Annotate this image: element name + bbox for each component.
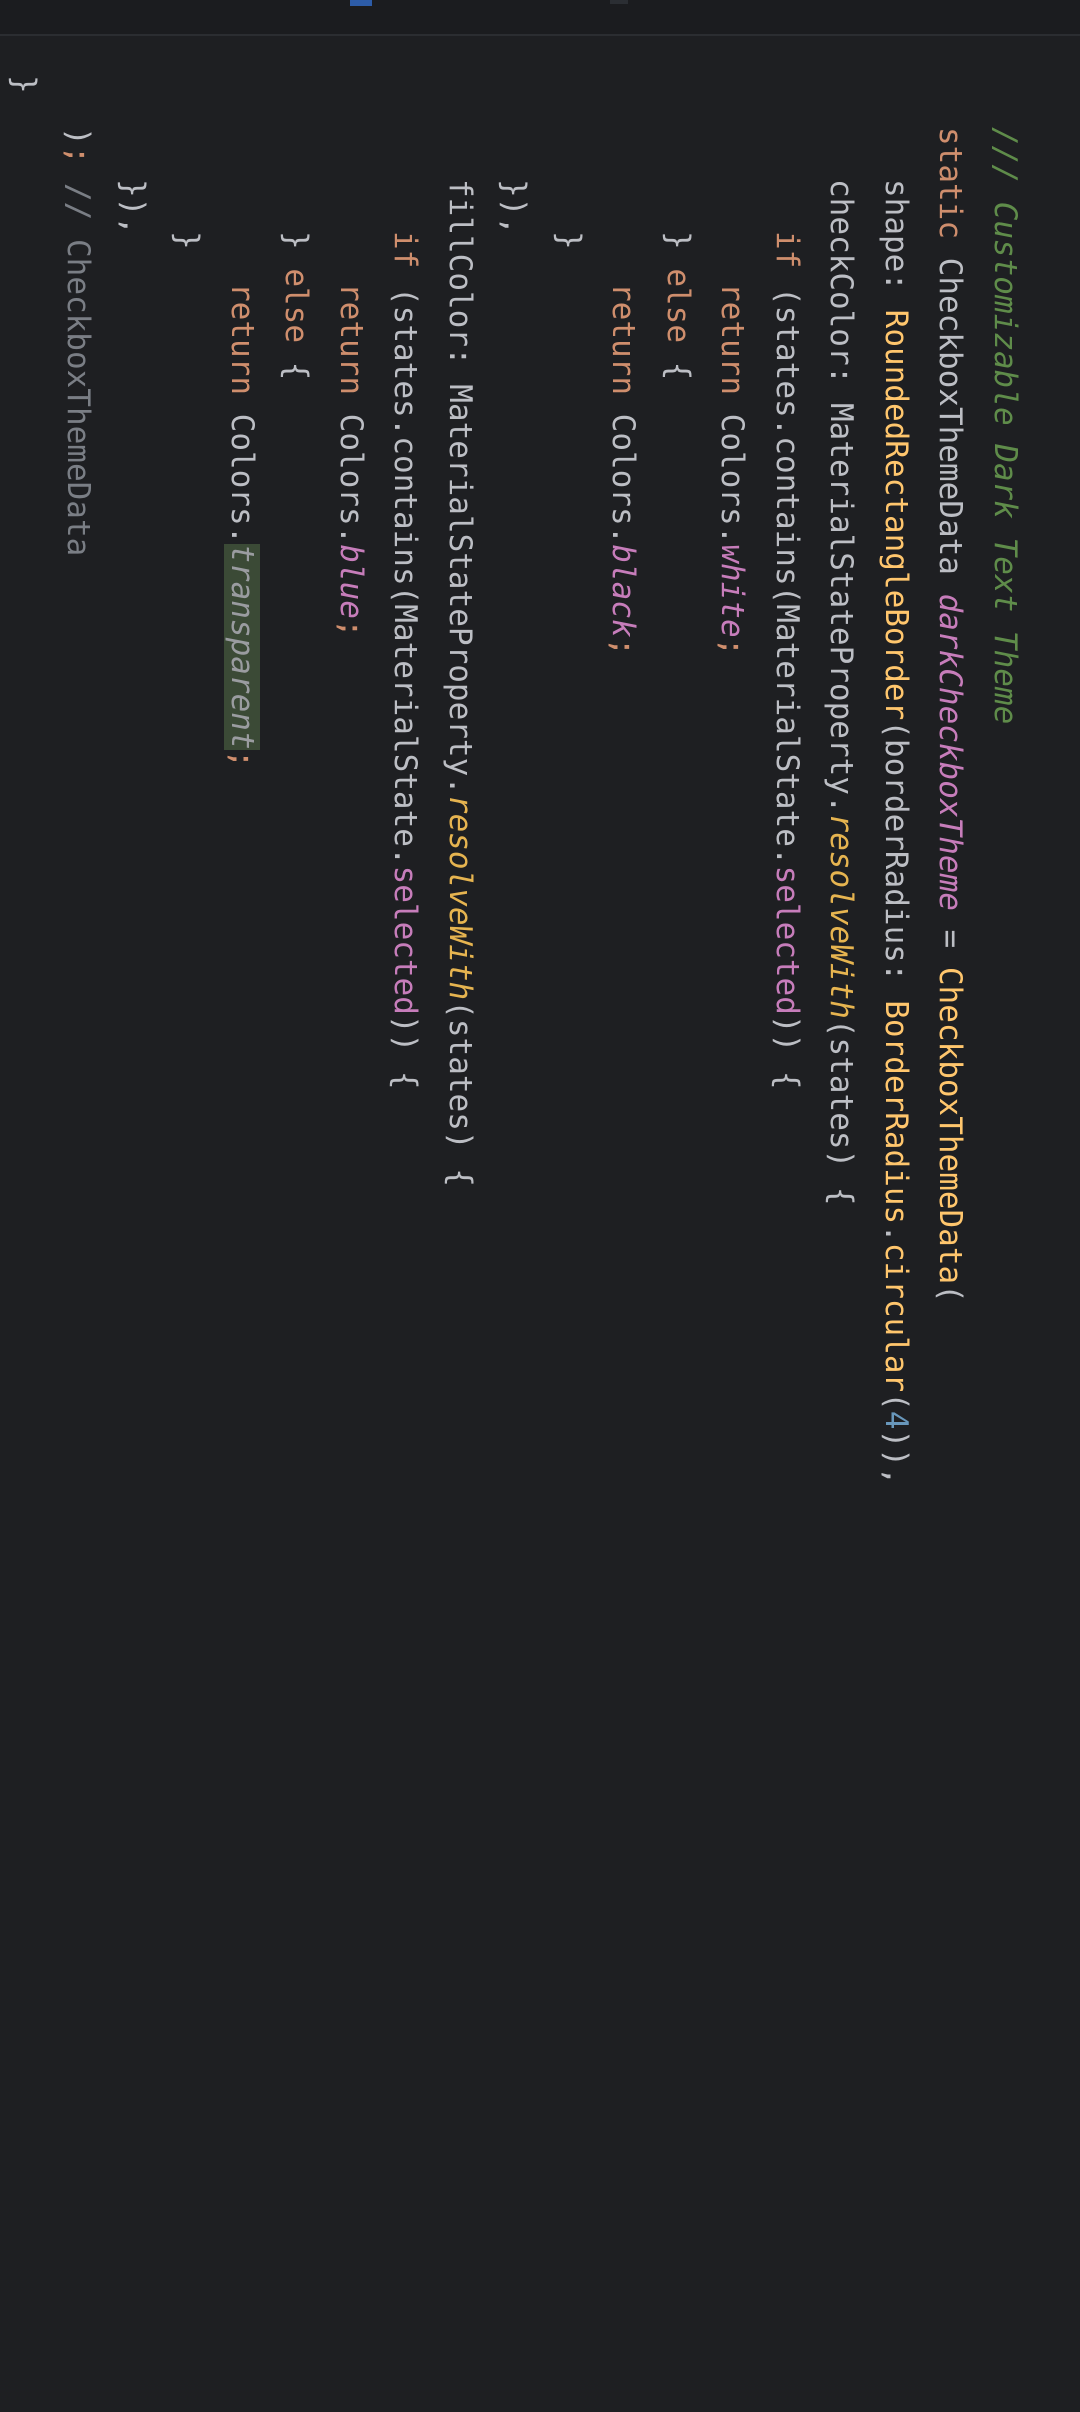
code-line[interactable]: if (states.contains(MaterialState.select… — [760, 75, 815, 1486]
code-token: (states) { — [442, 1000, 478, 1187]
code-token: return — [714, 283, 751, 414]
code-token: } — [660, 231, 696, 269]
code-token: black — [605, 544, 642, 638]
code-token: (borderRadius: — [878, 720, 914, 1001]
code-editor[interactable]: /// Customizable Dark Text Theme static C… — [0, 0, 1080, 2412]
code-content[interactable]: /// Customizable Dark Text Theme static C… — [0, 75, 1032, 1486]
code-token: )) { — [769, 1014, 805, 1090]
code-token: }), — [496, 179, 533, 235]
code-token: blue — [333, 544, 369, 619]
code-token: Colors. — [224, 413, 260, 545]
code-line[interactable]: checkColor: MaterialStateProperty.resolv… — [814, 75, 869, 1486]
code-token: /// Customizable Dark Text Theme — [987, 127, 1023, 725]
code-token: ; — [605, 637, 642, 657]
code-token: Colors. — [714, 413, 751, 545]
code-token: return — [224, 283, 260, 414]
code-token: } — [551, 231, 587, 250]
code-token: ) — [60, 127, 97, 146]
code-token: = — [932, 910, 969, 967]
code-token: circular — [878, 1242, 914, 1393]
code-token: } — [278, 231, 315, 269]
code-line[interactable]: return Colors.white; — [705, 75, 760, 1486]
code-token: ( — [878, 1392, 914, 1411]
code-line[interactable]: } — [0, 75, 51, 1486]
code-token: )), — [878, 1429, 914, 1486]
code-line[interactable]: } else { — [269, 75, 324, 1486]
code-token: else — [660, 268, 696, 362]
code-line[interactable]: ); // CheckboxThemeData — [51, 75, 106, 1486]
code-line[interactable]: return Colors.black; — [596, 75, 651, 1486]
code-token: resolveWith — [442, 794, 478, 1001]
code-token: BorderRadius — [878, 1000, 914, 1225]
code-token: white — [714, 544, 751, 638]
code-token: (states.contains(MaterialState. — [769, 287, 805, 866]
code-token: CheckboxThemeData — [932, 966, 969, 1285]
code-token: darkCheckboxTheme — [932, 593, 969, 911]
code-token: CheckboxThemeData — [932, 257, 969, 594]
code-token: transparent — [224, 544, 260, 750]
code-token: resolveWith — [823, 813, 860, 1019]
code-token: { — [660, 361, 696, 381]
code-token: }), — [115, 179, 151, 254]
code-token: (states) { — [823, 1018, 860, 1206]
code-token: )) { — [387, 1014, 424, 1090]
code-line[interactable]: } — [542, 75, 597, 1486]
code-token: selected — [769, 865, 805, 1015]
code-token: ; — [333, 618, 369, 638]
code-line[interactable]: static CheckboxThemeData darkCheckboxThe… — [923, 75, 978, 1486]
code-token: ( — [932, 1284, 969, 1303]
code-token: static — [932, 127, 969, 258]
code-line[interactable]: /// Customizable Dark Text Theme — [978, 75, 1033, 1486]
code-token: checkColor: MaterialStateProperty. — [823, 179, 860, 814]
code-token: ; — [224, 749, 260, 769]
code-token: { — [278, 361, 315, 381]
code-line[interactable]: } — [160, 75, 215, 1486]
code-token: Colors. — [333, 413, 369, 545]
code-line[interactable]: }), — [106, 75, 161, 1486]
code-line[interactable]: fillColor: MaterialStateProperty.resolve… — [433, 75, 488, 1486]
code-token: if — [769, 231, 805, 287]
code-token: // CheckboxThemeData — [60, 183, 97, 557]
code-line[interactable]: return Colors.transparent; — [215, 75, 270, 1486]
code-line[interactable]: }), — [487, 75, 542, 1486]
code-token: return — [333, 283, 369, 414]
code-line[interactable]: shape: RoundedRectangleBorder(borderRadi… — [869, 75, 924, 1486]
code-token: ; — [60, 145, 97, 183]
code-token: ; — [714, 637, 751, 657]
code-token: (states.contains(MaterialState. — [387, 287, 424, 866]
code-token: RoundedRectangleBorder — [878, 309, 914, 721]
code-line[interactable]: } else { — [651, 75, 706, 1486]
code-token: 4 — [878, 1410, 914, 1430]
code-token: selected — [387, 865, 424, 1015]
code-token: . — [878, 1224, 914, 1243]
code-token: } — [6, 75, 42, 94]
code-token: return — [605, 283, 642, 414]
code-line[interactable]: return Colors.blue; — [324, 75, 379, 1486]
code-token: fillColor: MaterialStateProperty. — [442, 179, 478, 795]
code-token: } — [169, 231, 206, 250]
code-token: else — [278, 268, 315, 362]
code-token: Colors. — [605, 413, 642, 545]
code-token: shape: — [878, 179, 914, 310]
code-token: if — [387, 231, 424, 287]
code-line[interactable]: if (states.contains(MaterialState.select… — [378, 75, 433, 1486]
